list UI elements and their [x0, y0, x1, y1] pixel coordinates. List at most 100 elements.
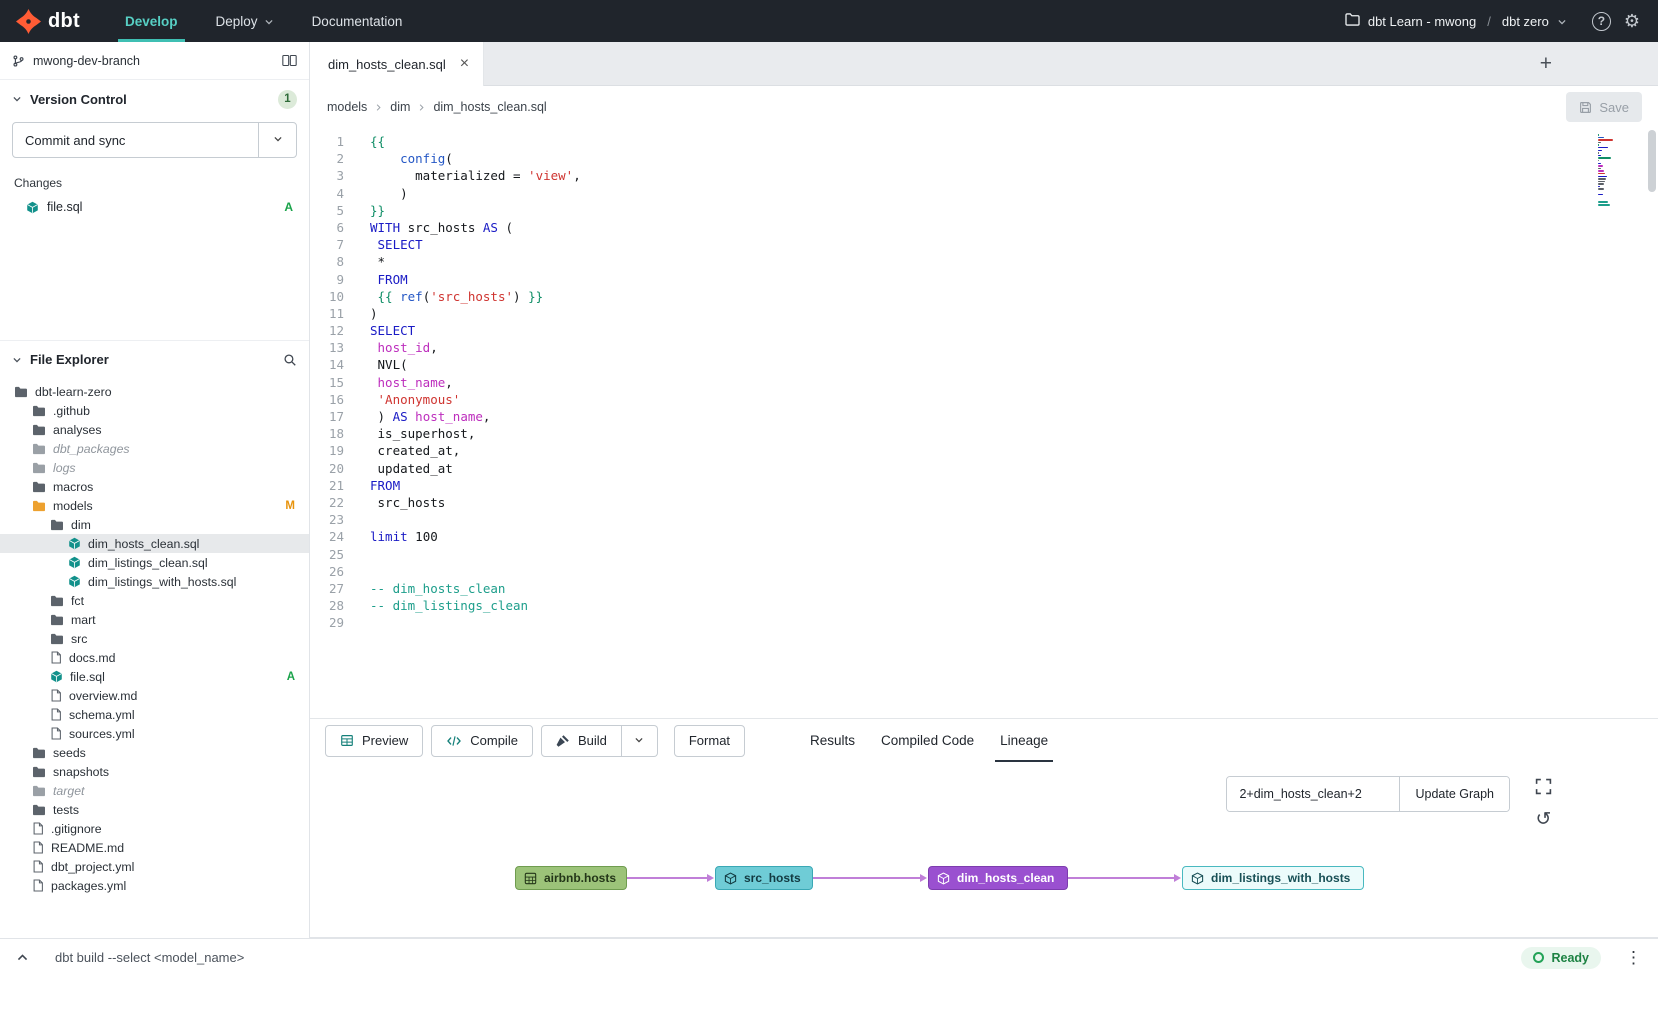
- breadcrumb-item-models[interactable]: models: [327, 100, 367, 114]
- tree-item--github[interactable]: .github: [0, 401, 309, 420]
- code-line: is_superhost,: [370, 425, 1568, 442]
- minimap[interactable]: [1598, 134, 1636, 209]
- tree-item-analyses[interactable]: analyses: [0, 420, 309, 439]
- tree-item-label: dbt-learn-zero: [35, 385, 112, 399]
- command-input[interactable]: dbt build --select <model_name>: [55, 950, 244, 965]
- lineage-node-src-hosts[interactable]: src_hosts: [715, 866, 813, 890]
- save-button-label: Save: [1599, 100, 1629, 115]
- code-editor[interactable]: 1234567891011121314151617181920212223242…: [310, 128, 1658, 718]
- preview-button[interactable]: Preview: [325, 725, 423, 757]
- tree-item-dbt-project-yml[interactable]: dbt_project.yml: [0, 857, 309, 876]
- tree-item-label: seeds: [53, 746, 86, 760]
- close-tab-icon[interactable]: ×: [460, 56, 469, 72]
- file-explorer-header[interactable]: File Explorer: [0, 340, 309, 378]
- ready-label: Ready: [1551, 951, 1589, 965]
- breadcrumb-item-file[interactable]: dim_hosts_clean.sql: [433, 100, 546, 114]
- tree-item-label: docs.md: [69, 651, 115, 665]
- tree-item-macros[interactable]: macros: [0, 477, 309, 496]
- tree-item-seeds[interactable]: seeds: [0, 743, 309, 762]
- tab-compiled-code[interactable]: Compiled Code: [868, 719, 987, 763]
- ready-circle-icon: [1533, 952, 1544, 963]
- editor-tab[interactable]: dim_hosts_clean.sql ×: [310, 42, 484, 86]
- version-control-header[interactable]: Version Control 1: [0, 80, 309, 118]
- tree-item-dbt-learn-zero[interactable]: dbt-learn-zero: [0, 382, 309, 401]
- lineage-node-dim-listings-with-hosts[interactable]: dim_listings_with_hosts: [1182, 866, 1364, 890]
- changed-file-file-sql[interactable]: file.sqlA: [0, 196, 309, 218]
- code-line: FROM: [370, 477, 1568, 494]
- nav-item-documentation[interactable]: Documentation: [293, 0, 422, 42]
- tree-item-readme-md[interactable]: README.md: [0, 838, 309, 857]
- new-tab-button[interactable]: +: [1530, 42, 1562, 86]
- folder-icon: [32, 443, 46, 455]
- code-content[interactable]: {{ config( materialized = 'view', )}}WIT…: [370, 133, 1568, 631]
- tab-lineage[interactable]: Lineage: [987, 719, 1061, 763]
- settings-gear-button[interactable]: ⚙: [1624, 12, 1640, 30]
- tree-item-target[interactable]: target: [0, 781, 309, 800]
- tab-results[interactable]: Results: [797, 719, 868, 763]
- lineage-node-label: dim_listings_with_hosts: [1211, 871, 1350, 885]
- line-number: 29: [310, 614, 356, 631]
- account-selector[interactable]: dbt Learn - mwong: [1345, 13, 1476, 29]
- code-line: 'Anonymous': [370, 391, 1568, 408]
- model-file-icon: [50, 670, 63, 683]
- nav-item-label: Documentation: [312, 14, 403, 29]
- build-options-button[interactable]: [622, 725, 658, 757]
- tree-item-tests[interactable]: tests: [0, 800, 309, 819]
- tree-item-sources-yml[interactable]: sources.yml: [0, 724, 309, 743]
- tree-item-fct[interactable]: fct: [0, 591, 309, 610]
- commit-and-sync-button[interactable]: Commit and sync: [12, 122, 297, 158]
- model-file-icon: [68, 537, 81, 550]
- tree-item-snapshots[interactable]: snapshots: [0, 762, 309, 781]
- tree-item--gitignore[interactable]: .gitignore: [0, 819, 309, 838]
- line-number: 11: [310, 305, 356, 322]
- folder-icon: [1345, 13, 1360, 29]
- line-number: 21: [310, 477, 356, 494]
- lineage-node-airbnb-hosts[interactable]: airbnb.hosts: [515, 866, 627, 890]
- expand-panel-icon[interactable]: [16, 951, 29, 964]
- brand[interactable]: dbt: [0, 0, 106, 42]
- lineage-edge-arrow: [1174, 874, 1181, 882]
- tree-item-mart[interactable]: mart: [0, 610, 309, 629]
- top-nav: DevelopDeploy Documentation: [106, 0, 421, 42]
- tree-item-overview-md[interactable]: overview.md: [0, 686, 309, 705]
- code-line: FROM: [370, 271, 1568, 288]
- compile-button[interactable]: Compile: [431, 725, 533, 757]
- tree-item-dim-hosts-clean-sql[interactable]: dim_hosts_clean.sql: [0, 534, 309, 553]
- build-button[interactable]: Build: [541, 725, 622, 757]
- lineage-canvas: airbnb.hosts src_hosts dim_hosts_clean dim_…: [310, 762, 1658, 937]
- breadcrumb-item-dim[interactable]: dim: [390, 100, 410, 114]
- cube-icon: [937, 872, 950, 885]
- tree-item-docs-md[interactable]: docs.md: [0, 648, 309, 667]
- overflow-menu-icon[interactable]: ⋮: [1625, 949, 1642, 966]
- format-button[interactable]: Format: [674, 725, 745, 757]
- brand-name: dbt: [48, 10, 80, 33]
- commit-options-button[interactable]: [258, 123, 296, 157]
- code-line: }}: [370, 202, 1568, 219]
- split-view-icon[interactable]: [282, 54, 297, 67]
- tree-item-dim-listings-clean-sql[interactable]: dim_listings_clean.sql: [0, 553, 309, 572]
- folder-icon: [32, 481, 46, 493]
- tree-item-logs[interactable]: logs: [0, 458, 309, 477]
- tree-item-src[interactable]: src: [0, 629, 309, 648]
- branch-row[interactable]: mwong-dev-branch: [0, 42, 309, 80]
- tree-item-file-sql[interactable]: file.sqlA: [0, 667, 309, 686]
- lineage-node-dim-hosts-clean[interactable]: dim_hosts_clean: [928, 866, 1068, 890]
- tree-item-dim-listings-with-hosts-sql[interactable]: dim_listings_with_hosts.sql: [0, 572, 309, 591]
- scrollbar-thumb[interactable]: [1648, 130, 1656, 192]
- nav-item-deploy[interactable]: Deploy: [197, 0, 293, 42]
- save-button[interactable]: Save: [1566, 92, 1642, 122]
- help-button[interactable]: ?: [1592, 12, 1611, 31]
- editor-scrollbar[interactable]: [1648, 130, 1656, 714]
- search-icon[interactable]: [283, 353, 297, 367]
- tree-item-dbt-packages[interactable]: dbt_packages: [0, 439, 309, 458]
- tree-item-dim[interactable]: dim: [0, 515, 309, 534]
- tree-item-label: models: [53, 499, 93, 513]
- code-line: ) AS host_name,: [370, 408, 1568, 425]
- tree-item-models[interactable]: modelsM: [0, 496, 309, 515]
- tree-item-packages-yml[interactable]: packages.yml: [0, 876, 309, 895]
- model-file-icon: [26, 201, 39, 214]
- tree-item-schema-yml[interactable]: schema.yml: [0, 705, 309, 724]
- project-selector[interactable]: dbt zero: [1502, 14, 1567, 29]
- compile-label: Compile: [470, 733, 518, 748]
- nav-item-develop[interactable]: Develop: [106, 0, 197, 42]
